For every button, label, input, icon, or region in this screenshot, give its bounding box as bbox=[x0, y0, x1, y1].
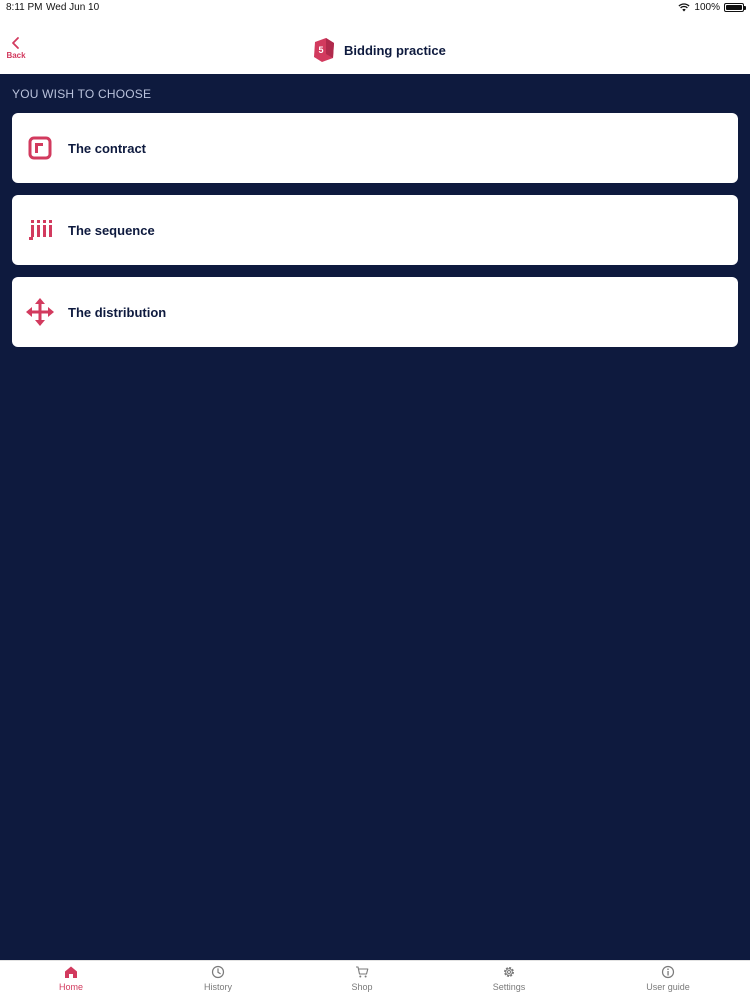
tab-shop[interactable]: Shop bbox=[312, 965, 412, 999]
tab-label: Settings bbox=[492, 982, 526, 992]
status-right: 100% bbox=[678, 2, 746, 13]
tab-label: Home bbox=[58, 982, 83, 992]
sequence-icon bbox=[26, 216, 54, 244]
svg-text:5: 5 bbox=[318, 45, 323, 55]
bottom-tab-bar: Home History Shop Settings User guide bbox=[0, 960, 750, 1000]
cart-icon bbox=[356, 966, 369, 978]
option-sequence[interactable]: The sequence bbox=[12, 195, 738, 265]
status-time: 8:11 PM bbox=[6, 2, 43, 13]
page-title: Bidding practice bbox=[344, 42, 446, 58]
option-label: The contract bbox=[68, 140, 147, 156]
wifi-icon bbox=[678, 3, 690, 12]
bidding-logo-icon: 5 bbox=[314, 38, 334, 62]
tab-home[interactable]: Home bbox=[21, 965, 121, 999]
option-contract[interactable]: The contract bbox=[12, 113, 738, 183]
back-button[interactable]: Back bbox=[4, 36, 28, 66]
status-bar: 8:11 PM Wed Jun 10 100% bbox=[0, 0, 750, 18]
chevron-left-icon bbox=[12, 37, 19, 49]
tab-label: Shop bbox=[351, 982, 373, 992]
section-label: YOU WISH TO CHOOSE bbox=[12, 87, 152, 101]
tab-label: User guide bbox=[646, 982, 690, 992]
option-label: The sequence bbox=[68, 222, 155, 238]
tab-label: History bbox=[203, 982, 232, 992]
back-label: Back bbox=[6, 51, 26, 60]
app-screen: 8:11 PM Wed Jun 10 100% Back 5 Bidding p… bbox=[0, 0, 750, 1000]
tab-user-guide[interactable]: User guide bbox=[618, 965, 718, 999]
top-bar: 8:11 PM Wed Jun 10 100% Back 5 Bidding p… bbox=[0, 0, 750, 74]
contract-icon bbox=[26, 134, 54, 162]
battery-percent: 100% bbox=[694, 2, 720, 13]
distribution-icon bbox=[26, 298, 54, 326]
battery-icon bbox=[724, 3, 746, 12]
status-date: Wed Jun 10 bbox=[46, 2, 100, 13]
history-icon bbox=[211, 965, 225, 979]
option-label: The distribution bbox=[68, 304, 167, 320]
tab-history[interactable]: History bbox=[168, 965, 268, 999]
tab-settings[interactable]: Settings bbox=[459, 965, 559, 999]
option-distribution[interactable]: The distribution bbox=[12, 277, 738, 347]
nav-title: 5 Bidding practice bbox=[312, 36, 446, 64]
gear-icon bbox=[504, 967, 514, 977]
home-icon bbox=[65, 966, 77, 978]
info-icon bbox=[661, 965, 675, 979]
